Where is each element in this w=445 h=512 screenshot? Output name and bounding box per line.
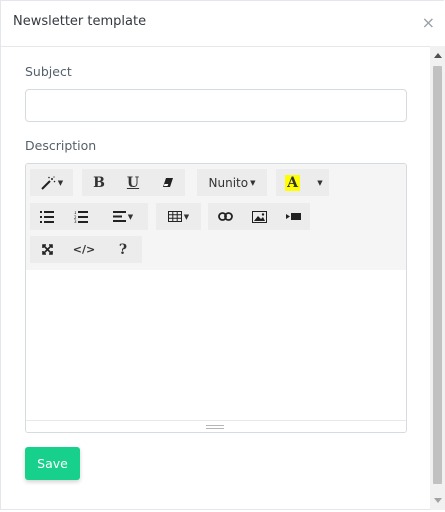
help-label: ? (118, 241, 128, 258)
underline-button[interactable]: U (116, 169, 150, 196)
magic-wand-icon (40, 175, 56, 190)
video-button[interactable] (276, 203, 310, 230)
bold-label: B (93, 174, 105, 191)
link-icon (217, 212, 233, 221)
video-icon (285, 212, 301, 221)
style-dropdown-button[interactable]: ▼ (30, 169, 73, 196)
eraser-icon (162, 177, 174, 188)
editor-resize-bar[interactable] (26, 420, 406, 432)
font-color-button[interactable]: A (276, 169, 309, 196)
svg-text:3: 3 (74, 219, 77, 223)
codeview-label: </> (72, 243, 96, 256)
paragraph-dropdown[interactable]: ▼ (98, 203, 148, 230)
subject-input[interactable] (25, 89, 407, 122)
picture-button[interactable] (242, 203, 276, 230)
table-dropdown[interactable]: ▼ (156, 203, 201, 230)
help-button[interactable]: ? (104, 236, 142, 263)
clear-format-button[interactable] (150, 169, 185, 196)
modal-title: Newsletter template (13, 14, 147, 29)
bold-button[interactable]: B (82, 169, 116, 196)
rich-text-editor: ▼ B U Nunito ▼ A ▼ 1 2 3 ▼ ▼ </> ? (25, 163, 407, 433)
codeview-button[interactable]: </> (64, 236, 104, 263)
subject-label: Subject (25, 64, 72, 79)
chevron-down-icon: ▼ (317, 178, 323, 187)
save-button[interactable]: Save (25, 447, 80, 480)
editor-toolbar: ▼ B U Nunito ▼ A ▼ 1 2 3 ▼ ▼ </> ? (26, 164, 406, 271)
scrollbar-thumb[interactable] (433, 66, 442, 484)
link-button[interactable] (208, 203, 242, 230)
font-family-dropdown[interactable]: Nunito ▼ (197, 169, 267, 196)
table-icon (167, 211, 182, 222)
scrollbar[interactable] (430, 46, 445, 510)
unordered-list-button[interactable] (30, 203, 64, 230)
font-color-label: A (285, 174, 300, 191)
description-label: Description (25, 138, 97, 153)
scroll-up-icon[interactable] (434, 53, 442, 58)
editor-content-area[interactable] (26, 270, 406, 420)
font-color-dropdown[interactable]: ▼ (309, 169, 329, 196)
close-icon[interactable]: × (422, 13, 435, 32)
underline-label: U (126, 174, 140, 191)
chevron-down-icon: ▼ (127, 212, 134, 221)
fullscreen-icon (41, 244, 53, 255)
ordered-list-icon: 123 (74, 210, 88, 223)
ordered-list-button[interactable]: 123 (64, 203, 98, 230)
font-name-label: Nunito (208, 175, 249, 190)
modal-header: Newsletter template × (1, 1, 445, 47)
align-left-icon (112, 211, 126, 222)
resize-grip-icon[interactable] (206, 425, 224, 429)
newsletter-template-modal: Newsletter template × Subject Descriptio… (0, 0, 445, 510)
unordered-list-icon (40, 210, 54, 223)
fullscreen-button[interactable] (30, 236, 64, 263)
picture-icon (251, 210, 267, 223)
chevron-down-icon: ▼ (57, 178, 64, 187)
chevron-down-icon: ▼ (183, 212, 190, 221)
scroll-down-icon[interactable] (434, 498, 442, 503)
chevron-down-icon: ▼ (250, 178, 256, 187)
